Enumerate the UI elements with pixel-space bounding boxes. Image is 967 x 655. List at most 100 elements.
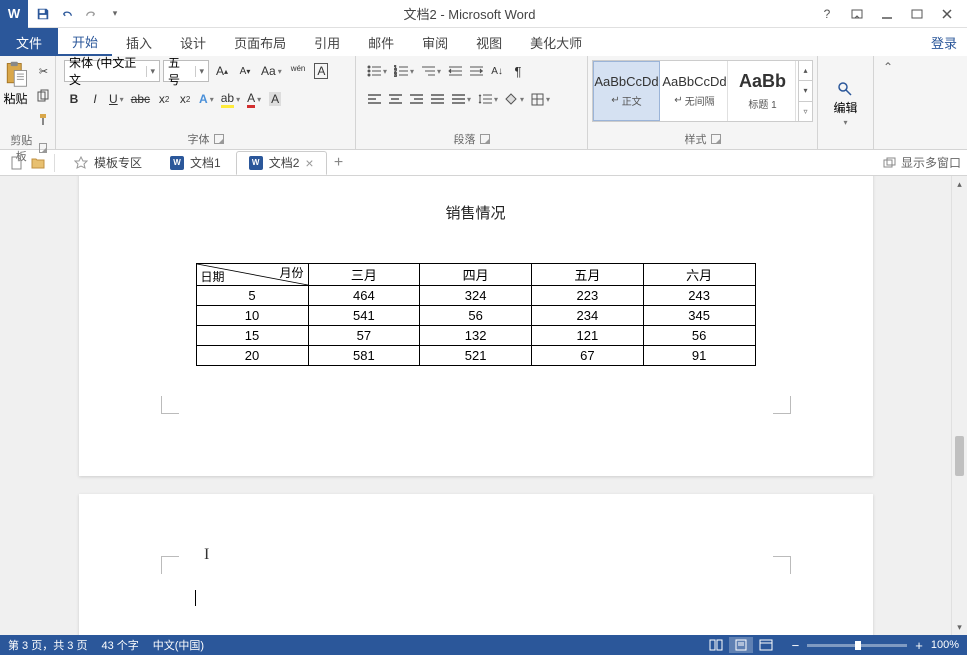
italic-icon[interactable]: I (85, 88, 105, 110)
editing-group: 编辑 ▾ (818, 56, 874, 149)
distribute-icon[interactable]: ▾ (448, 88, 474, 110)
vertical-scrollbar[interactable]: ▴ ▾ (951, 176, 967, 635)
document-area[interactable]: 销售情况 日期 月份 三月 四月 五月 六月 5464324223243 105… (0, 176, 951, 635)
zoom-slider[interactable] (807, 644, 907, 647)
paste-button[interactable]: 粘贴 (2, 60, 30, 130)
underline-icon[interactable]: U▾ (106, 88, 127, 110)
tab-insert[interactable]: 插入 (112, 28, 166, 56)
increase-indent-icon[interactable] (466, 60, 486, 82)
tab-review[interactable]: 审阅 (408, 28, 462, 56)
multi-window-button[interactable]: 显示多窗口 (883, 154, 961, 171)
borders-icon[interactable]: ▾ (528, 88, 553, 110)
font-name-combo[interactable]: 宋体 (中文正文▾ (64, 60, 160, 82)
align-right-icon[interactable] (406, 88, 426, 110)
justify-icon[interactable] (427, 88, 447, 110)
language-status[interactable]: 中文(中国) (153, 637, 204, 653)
zoom-in-icon[interactable]: + (915, 638, 923, 653)
table-header[interactable]: 六月 (643, 264, 755, 286)
copy-icon[interactable] (34, 84, 54, 106)
tab-mailings[interactable]: 邮件 (354, 28, 408, 56)
file-tab[interactable]: 文件 (0, 28, 58, 56)
zoom-level[interactable]: 100% (931, 639, 959, 651)
zoom-out-icon[interactable]: − (792, 638, 800, 653)
table-header[interactable]: 四月 (420, 264, 532, 286)
doc-tab-file-icon[interactable] (6, 153, 26, 173)
format-painter-icon[interactable] (34, 108, 54, 130)
align-center-icon[interactable] (385, 88, 405, 110)
doc-tab-1[interactable]: W 文档1 (157, 151, 234, 175)
minimize-icon[interactable] (873, 2, 901, 26)
diagonal-header-cell[interactable]: 日期 月份 (196, 264, 308, 286)
clipboard-launcher-icon[interactable] (39, 143, 47, 153)
print-layout-icon[interactable] (729, 637, 753, 653)
editing-button[interactable]: 编辑 ▾ (833, 81, 857, 127)
bullets-icon[interactable]: ▾ (364, 60, 390, 82)
doc-tab-folder-icon[interactable] (28, 153, 48, 173)
ribbon-tabs: 文件 开始 插入 设计 页面布局 引用 邮件 审阅 视图 美化大师 登录 (0, 28, 967, 56)
char-border-icon[interactable]: A (311, 60, 331, 82)
tab-home[interactable]: 开始 (58, 28, 112, 56)
line-spacing-icon[interactable]: ▾ (475, 88, 501, 110)
table-header[interactable]: 五月 (532, 264, 644, 286)
doc-tab-2[interactable]: W 文档2 × (236, 151, 327, 175)
page-status[interactable]: 第 3 页，共 3 页 (8, 637, 87, 653)
font-size-combo[interactable]: 五号▾ (163, 60, 209, 82)
shrink-font-icon[interactable]: A▾ (235, 60, 255, 82)
undo-icon[interactable] (56, 3, 78, 25)
scroll-up-icon[interactable]: ▴ (952, 176, 967, 192)
tab-view[interactable]: 视图 (462, 28, 516, 56)
tab-references[interactable]: 引用 (300, 28, 354, 56)
tab-layout[interactable]: 页面布局 (220, 28, 300, 56)
maximize-icon[interactable] (903, 2, 931, 26)
superscript-icon[interactable]: x2 (175, 88, 195, 110)
phonetic-guide-icon[interactable]: wén (288, 60, 309, 82)
align-left-icon[interactable] (364, 88, 384, 110)
subscript-icon[interactable]: x2 (154, 88, 174, 110)
char-shading-icon[interactable]: A (265, 88, 285, 110)
decrease-indent-icon[interactable] (445, 60, 465, 82)
grow-font-icon[interactable]: A▴ (212, 60, 232, 82)
style-no-spacing[interactable]: AaBbCcDd ↵无间隔 (662, 61, 728, 121)
multilevel-list-icon[interactable]: ▾ (418, 60, 444, 82)
highlight-icon[interactable]: ab▾ (218, 88, 243, 110)
tab-beautify[interactable]: 美化大师 (516, 28, 596, 56)
scroll-thumb[interactable] (955, 436, 964, 476)
text-effects-icon[interactable]: A▾ (196, 88, 217, 110)
data-table[interactable]: 日期 月份 三月 四月 五月 六月 5464324223243 10541562… (196, 263, 756, 366)
tab-design[interactable]: 设计 (166, 28, 220, 56)
gallery-more-icon[interactable]: ▿ (799, 102, 812, 121)
sort-icon[interactable]: A↓ (487, 60, 507, 82)
save-icon[interactable] (32, 3, 54, 25)
styles-launcher-icon[interactable] (711, 134, 721, 144)
bold-icon[interactable]: B (64, 88, 84, 110)
new-tab-icon[interactable]: + (329, 153, 349, 173)
qat-more-icon[interactable]: ▾ (104, 3, 126, 25)
close-tab-icon[interactable]: × (305, 155, 313, 171)
web-layout-icon[interactable] (754, 637, 778, 653)
style-normal[interactable]: AaBbCcDd ↵正文 (593, 61, 660, 121)
collapse-ribbon-icon[interactable]: ⌃ (874, 56, 902, 149)
paragraph-launcher-icon[interactable] (480, 134, 490, 144)
shading-icon[interactable]: ▾ (502, 88, 527, 110)
font-launcher-icon[interactable] (214, 134, 224, 144)
help-icon[interactable]: ? (813, 2, 841, 26)
word-count[interactable]: 43 个字 (101, 637, 138, 653)
cut-icon[interactable]: ✂ (34, 60, 54, 82)
table-header[interactable]: 三月 (308, 264, 420, 286)
gallery-up-icon[interactable]: ▴ (799, 61, 812, 81)
numbering-icon[interactable]: 123▾ (391, 60, 417, 82)
styles-label: 样式 (685, 131, 707, 147)
read-mode-icon[interactable] (704, 637, 728, 653)
gallery-down-icon[interactable]: ▾ (799, 81, 812, 101)
font-color-icon[interactable]: A▾ (244, 88, 264, 110)
ribbon-display-icon[interactable] (843, 2, 871, 26)
template-tab[interactable]: 模板专区 (61, 151, 155, 175)
redo-icon[interactable] (80, 3, 102, 25)
scroll-down-icon[interactable]: ▾ (952, 619, 967, 635)
show-marks-icon[interactable]: ¶ (508, 60, 528, 82)
style-heading-1[interactable]: AaBb 标题 1 (730, 61, 796, 121)
change-case-icon[interactable]: Aa▾ (258, 60, 285, 82)
strikethrough-icon[interactable]: abc (128, 88, 153, 110)
login-link[interactable]: 登录 (921, 28, 967, 56)
close-icon[interactable] (933, 2, 961, 26)
